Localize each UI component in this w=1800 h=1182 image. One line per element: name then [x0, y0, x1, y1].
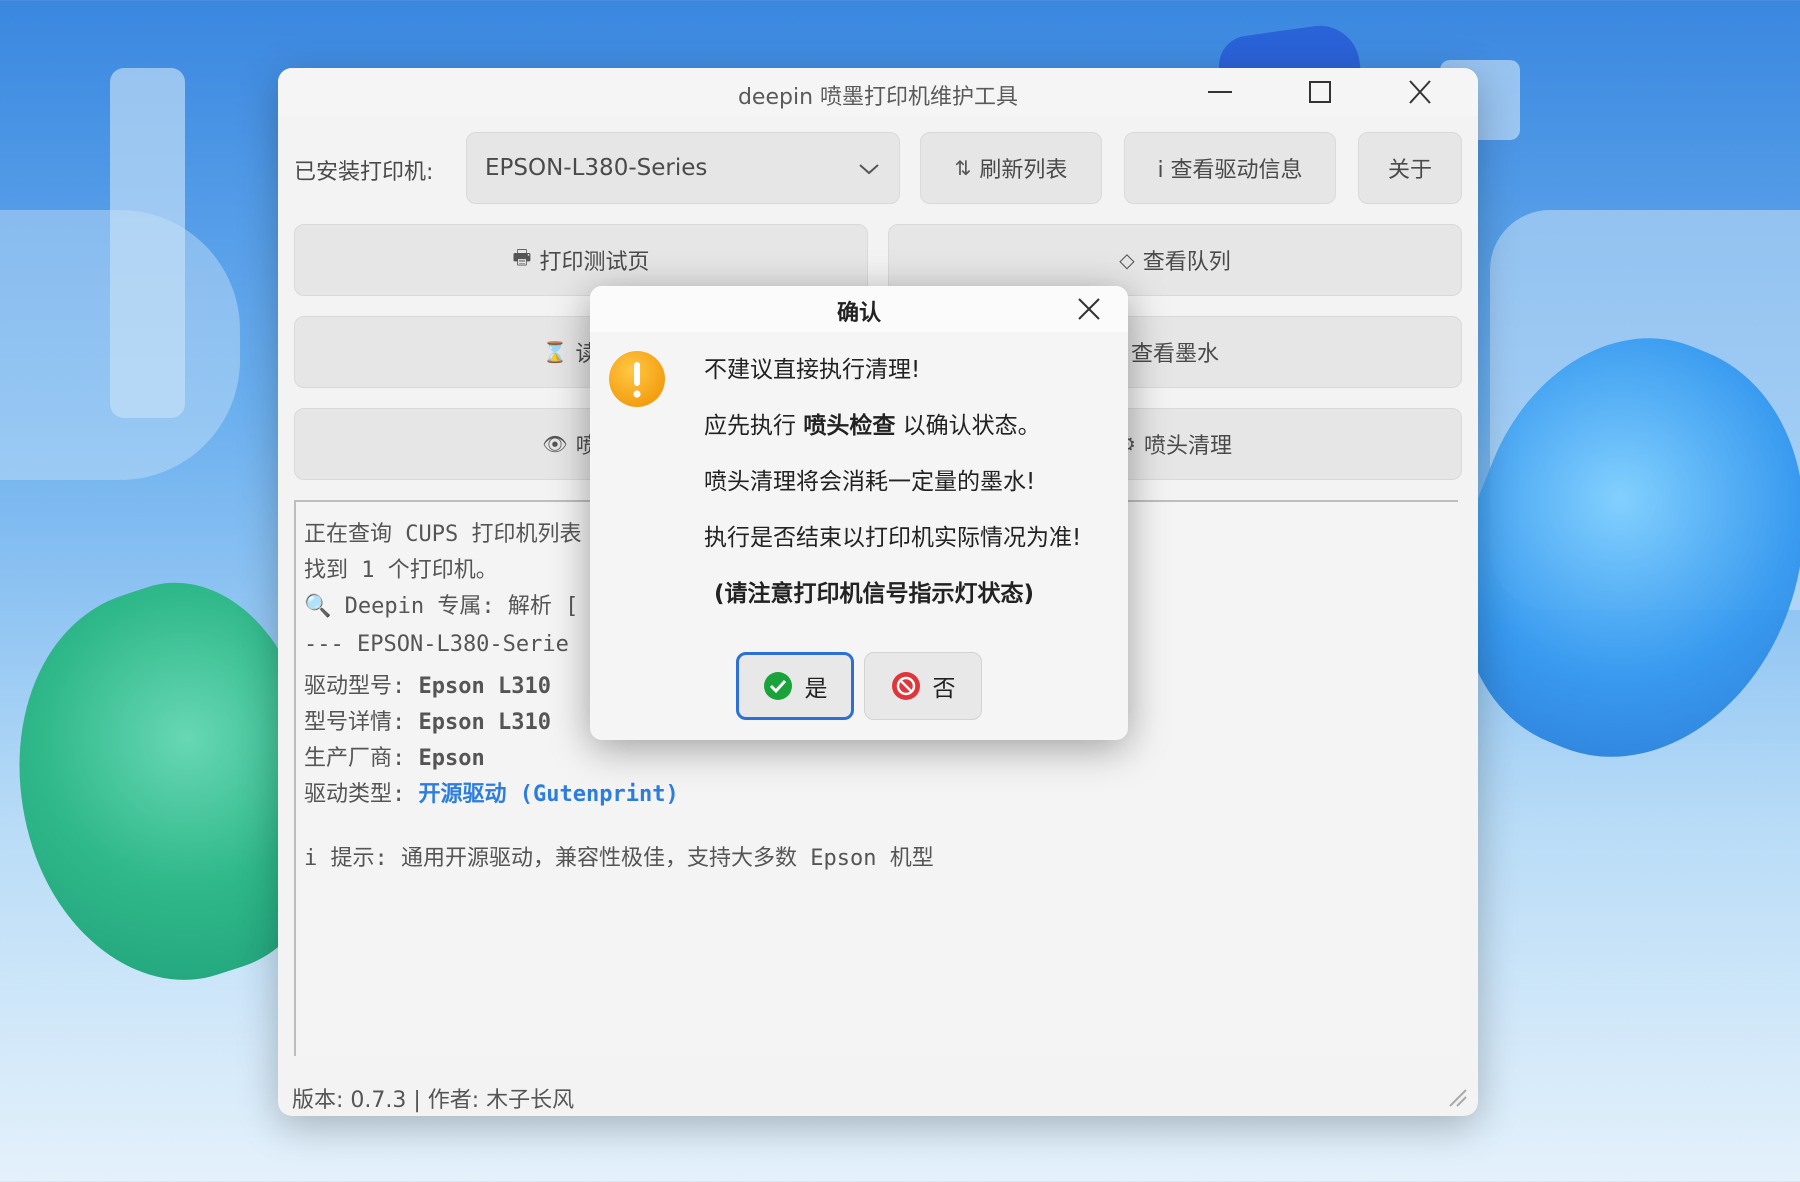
dialog-title: 确认: [836, 301, 881, 326]
printer-select-value: EPSON-L380-Series: [485, 155, 708, 181]
hourglass-icon: ⌛: [542, 340, 568, 364]
log-line: 正在查询 CUPS 打印机列表: [304, 522, 582, 547]
eye-icon: 👁: [542, 432, 568, 456]
dialog-message-line: 喷头清理将会消耗一定量的墨水!: [704, 469, 1036, 495]
refresh-list-button[interactable]: ⇅ 刷新列表: [920, 132, 1102, 204]
no-button[interactable]: 否: [864, 652, 982, 720]
yes-button[interactable]: 是: [736, 652, 854, 720]
log-driver-model: 驱动型号: Epson L310: [304, 674, 551, 699]
close-icon[interactable]: [1072, 292, 1106, 326]
view-queue-label: 查看队列: [1142, 250, 1231, 275]
sort-arrows-icon: ⇅: [954, 156, 972, 180]
log-line: --- EPSON-L380-Serie: [304, 632, 569, 657]
refresh-list-label: 刷新列表: [979, 158, 1068, 183]
about-label: 关于: [1387, 158, 1432, 183]
driver-info-label: i 查看驱动信息: [1157, 158, 1303, 183]
dialog-message-line: 执行是否结束以打印机实际情况为准!: [704, 525, 1082, 551]
tag-icon: ◇: [1119, 248, 1135, 272]
check-icon: [763, 672, 792, 700]
printer-label: 已安装打印机:: [294, 160, 434, 185]
log-line: 🔍 Deepin 专属: 解析 [: [304, 594, 579, 619]
maximize-icon: [1309, 81, 1331, 103]
warning-icon: [609, 351, 665, 407]
print-test-page-label: 打印测试页: [539, 250, 650, 275]
resize-grip-icon[interactable]: [1446, 1086, 1468, 1108]
dialog-title-bar: 确认: [590, 286, 1128, 332]
maximize-button[interactable]: [1298, 72, 1342, 112]
log-line: 找到 1 个打印机。: [304, 558, 498, 583]
title-bar: deepin 喷墨打印机维护工具: [278, 68, 1478, 116]
log-hint: i 提示: 通用开源驱动，兼容性极佳，支持大多数 Epson 机型: [304, 846, 934, 871]
close-button[interactable]: [1398, 72, 1442, 112]
printer-icon: 🖶: [512, 245, 532, 269]
log-driver-type: 驱动类型: 开源驱动 (Gutenprint): [304, 782, 679, 807]
no-entry-icon: [891, 672, 920, 700]
log-model-detail: 型号详情: Epson L310: [304, 710, 551, 735]
nozzle-clean-label: 喷头清理: [1143, 434, 1232, 459]
log-vendor: 生产厂商: Epson: [304, 746, 485, 771]
chevron-down-icon: [859, 164, 879, 175]
printer-select[interactable]: EPSON-L380-Series: [466, 132, 900, 204]
confirm-dialog: 确认 不建议直接执行清理! 应先执行 喷头检查 以确认状态。 喷头清理将会消耗一…: [590, 286, 1128, 740]
minimize-button[interactable]: [1198, 72, 1242, 112]
dialog-message-line: (请注意打印机信号指示灯状态): [714, 581, 1035, 607]
dialog-message-line: 不建议直接执行清理!: [704, 357, 921, 383]
yes-label: 是: [804, 676, 828, 702]
dialog-message-line: 应先执行 喷头检查 以确认状态。: [704, 413, 1041, 439]
driver-info-button[interactable]: i 查看驱动信息: [1124, 132, 1336, 204]
minimize-icon: [1208, 91, 1232, 93]
status-bar-text: 版本: 0.7.3 | 作者: 木子长风: [292, 1088, 575, 1113]
wallpaper-shape: [0, 210, 240, 480]
view-ink-label: 查看墨水: [1130, 342, 1219, 367]
no-label: 否: [932, 676, 956, 702]
about-button[interactable]: 关于: [1358, 132, 1462, 204]
close-icon: [1409, 80, 1431, 104]
